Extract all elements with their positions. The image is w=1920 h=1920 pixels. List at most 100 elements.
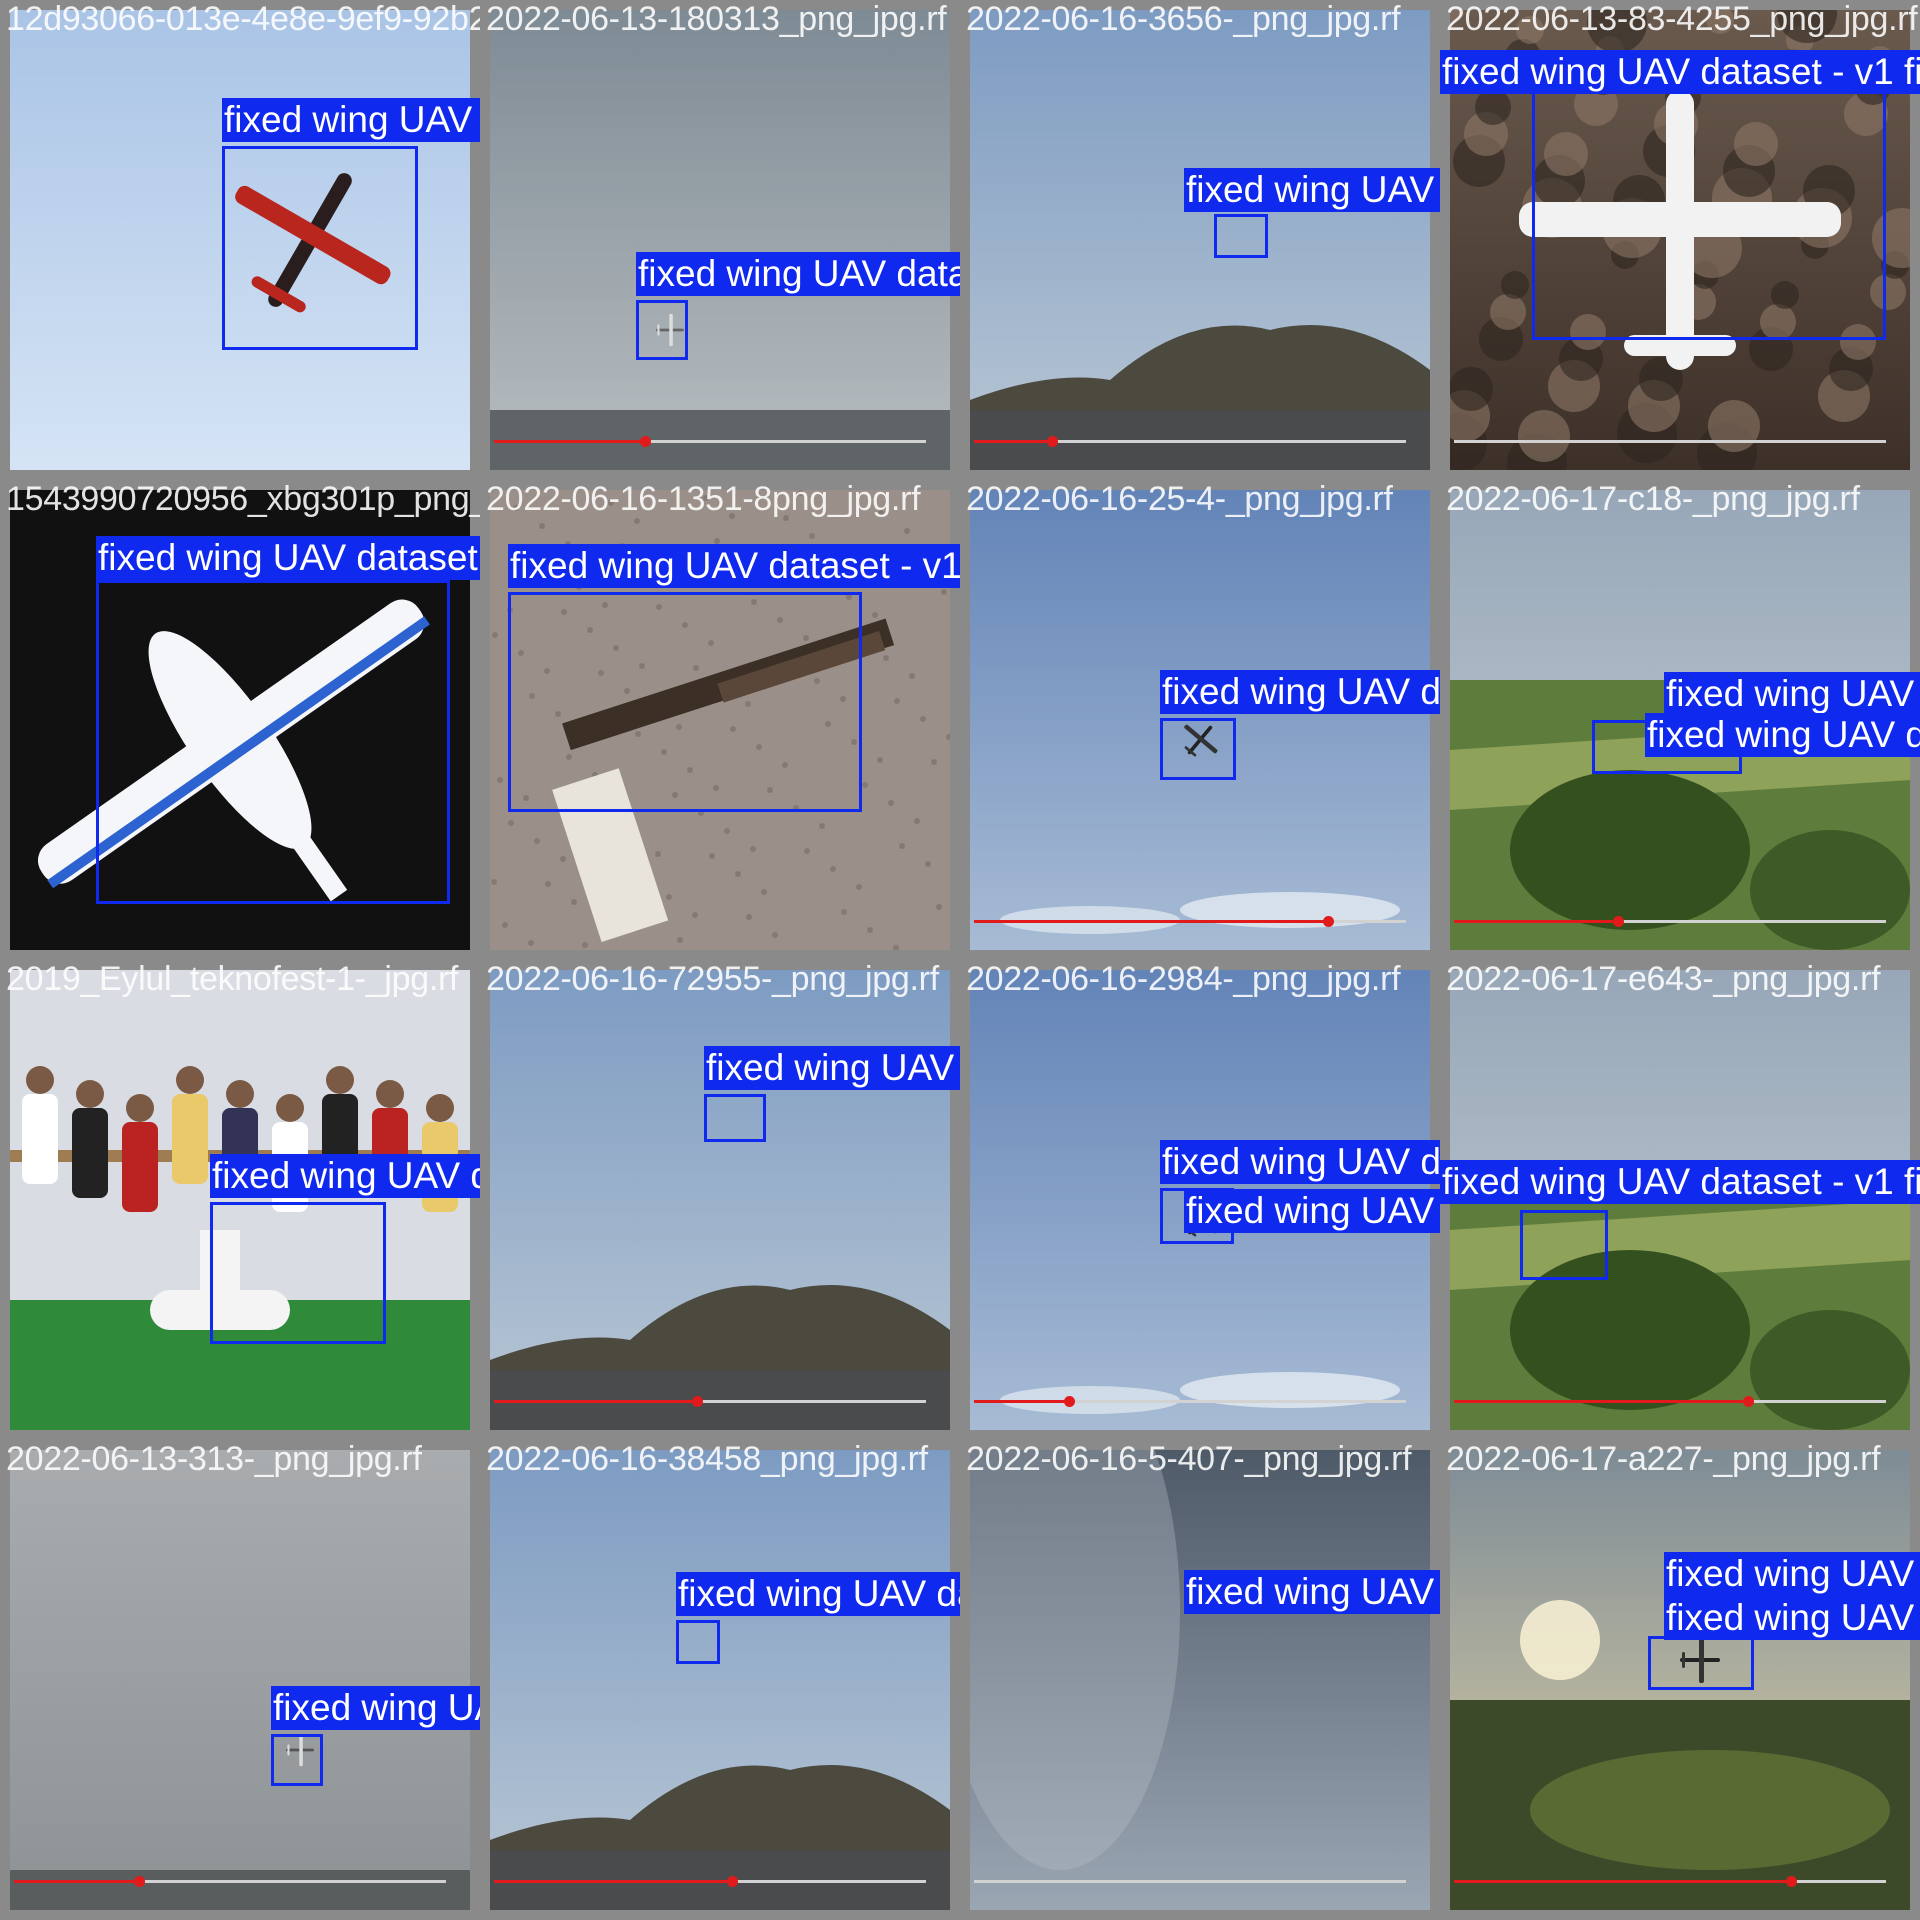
video-progress-bar	[974, 436, 1406, 447]
detection-label: fixed wing UAV dataset	[96, 536, 480, 580]
video-progress-bar	[974, 1880, 1406, 1883]
detection-label: fixed wing UAV dataset - v1 fixed wing U…	[508, 544, 960, 588]
detection-box	[704, 1094, 766, 1142]
image-tile: 2022-06-17-a227-_png_jpg.rffixed wing UA…	[1440, 1440, 1920, 1920]
image-tile: 1543990720956_xbg301p_png_jpg.rf.1fixed …	[0, 480, 480, 960]
video-progress-fill	[974, 920, 1329, 923]
tile-photo	[10, 1450, 470, 1910]
video-progress-fill	[974, 1400, 1070, 1403]
tile-photo	[970, 1450, 1430, 1910]
tile-filename: 2022-06-13-83-4255_png_jpg.rf	[1446, 0, 1918, 38]
detection-box	[222, 146, 418, 350]
detection-label: fixed wing UAV dataset - v1 fixed wing U…	[222, 98, 480, 142]
tile-filename: 2022-06-16-1351-8png_jpg.rf	[486, 480, 921, 518]
image-tile: 2022-06-16-3656-_png_jpg.rffixed wing UA…	[960, 0, 1440, 480]
image-tile: 2022-06-13-313-_png_jpg.rffixed wing UAV…	[0, 1440, 480, 1920]
tile-filename: 12d93066-013e-4e8e-9ef9-92b2d6813c13_jpg…	[6, 0, 480, 38]
detection-label: fixed wing UAV dataset - v1 fixed wing U…	[636, 252, 960, 296]
detection-box	[1532, 90, 1886, 340]
video-progress-knob	[1742, 1396, 1754, 1407]
detection-label: fixed wing UAV dataset - v1 fixed wing U…	[1645, 713, 1920, 757]
tile-photo	[490, 970, 950, 1430]
detection-label: fixed wing UAV dataset - v1 fixed wing U…	[1440, 50, 1920, 94]
detection-label: fixed wing UAV dataset - v1 fixed wing U…	[1184, 168, 1440, 212]
tile-filename: 1543990720956_xbg301p_png_jpg.rf.1	[6, 480, 480, 518]
detection-label: fixed wing UAV dataset - v1 fixed wing U…	[210, 1154, 480, 1198]
tile-filename: 2022-06-16-2984-_png_jpg.rf	[966, 960, 1401, 998]
video-progress-bar	[1454, 440, 1886, 443]
video-progress-bar	[1454, 916, 1886, 927]
tile-filename: 2022-06-16-5-407-_png_jpg.rf	[966, 1440, 1412, 1478]
video-progress-bar	[974, 1396, 1406, 1407]
detection-box	[1520, 1210, 1608, 1280]
image-tile: 2019_Eylul_teknofest-1-_jpg.rffixed wing…	[0, 960, 480, 1440]
tile-filename: 2022-06-17-a227-_png_jpg.rf	[1446, 1440, 1881, 1478]
video-progress-fill	[494, 1400, 698, 1403]
image-tile: 2022-06-16-5-407-_png_jpg.rffixed wing U…	[960, 1440, 1440, 1920]
video-progress-bar	[974, 916, 1406, 927]
tile-photo	[970, 10, 1430, 470]
tile-filename: 2022-06-17-e643-_png_jpg.rf	[1446, 960, 1881, 998]
video-progress-knob	[726, 1876, 738, 1887]
tile-photo	[10, 970, 470, 1430]
video-progress-fill	[1454, 920, 1619, 923]
detection-label: fixed wing UAV dataset - v1 fixed wing U…	[1664, 1596, 1920, 1640]
video-progress-fill	[1454, 1880, 1791, 1883]
tile-filename: 2022-06-16-3656-_png_jpg.rf	[966, 0, 1401, 38]
video-progress-bar	[494, 1396, 926, 1407]
image-tile: 2022-06-17-e643-_png_jpg.rffixed wing UA…	[1440, 960, 1920, 1440]
tile-filename: 2022-06-16-38458_png_jpg.rf	[486, 1440, 928, 1478]
video-progress-bar	[1454, 1876, 1886, 1887]
detection-box	[96, 580, 450, 904]
detection-label: fixed wing UAV dataset - v1 fixed wing U…	[676, 1572, 960, 1616]
tile-filename: 2022-06-13-313-_png_jpg.rf	[6, 1440, 422, 1478]
video-progress-bar	[1454, 1396, 1886, 1407]
detection-label: fixed wing UAV dataset - v1 fixed wing U…	[1160, 1140, 1440, 1184]
image-tile: 2022-06-16-25-4-_png_jpg.rffixed wing UA…	[960, 480, 1440, 960]
detection-box	[1214, 214, 1268, 258]
image-tile: 2022-06-16-72955-_png_jpg.rffixed wing U…	[480, 960, 960, 1440]
detection-label: fixed wing UAV dataset - v1 fixed wing U…	[271, 1686, 480, 1730]
video-progress-fill	[974, 440, 1052, 443]
tile-filename: 2022-06-16-25-4-_png_jpg.rf	[966, 480, 1393, 518]
video-progress-bar	[494, 1876, 926, 1887]
detection-label: fixed wing UAV dataset - v1 fixed wing U…	[1664, 672, 1920, 716]
video-progress-knob	[1785, 1876, 1797, 1887]
image-tile: 2022-06-13-83-4255_png_jpg.rffixed wing …	[1440, 0, 1920, 480]
detection-label: fixed wing UAV dataset - v1 fixed wing U…	[704, 1046, 960, 1090]
image-tile: 2022-06-13-180313_png_jpg.rffixed wing U…	[480, 0, 960, 480]
video-progress-knob	[1046, 436, 1058, 447]
detection-label: fixed wing UAV dataset - v1 fixed wing U…	[1184, 1189, 1440, 1233]
video-progress-fill	[1454, 1400, 1748, 1403]
video-progress-bar	[14, 1876, 446, 1887]
image-tile: 2022-06-16-1351-8png_jpg.rffixed wing UA…	[480, 480, 960, 960]
video-progress-bar	[494, 436, 926, 447]
detection-box	[508, 592, 862, 812]
detection-label: fixed wing UAV dataset - v1 fixed wing U…	[1664, 1552, 1920, 1596]
video-progress-fill	[494, 440, 646, 443]
video-progress-knob	[692, 1396, 704, 1407]
detection-grid: 12d93066-013e-4e8e-9ef9-92b2d6813c13_jpg…	[0, 0, 1920, 1920]
detection-label: fixed wing UAV dataset - v1 fixed wing U…	[1184, 1570, 1440, 1614]
video-progress-fill	[494, 1880, 732, 1883]
image-tile: 2022-06-16-38458_png_jpg.rffixed wing UA…	[480, 1440, 960, 1920]
video-progress-fill	[14, 1880, 140, 1883]
detection-box	[271, 1734, 323, 1786]
detection-box	[676, 1620, 720, 1664]
tile-photo	[490, 10, 950, 470]
detection-box	[636, 300, 688, 360]
detection-label: fixed wing UAV dataset - v1 fixed wing U…	[1160, 670, 1440, 714]
tile-filename: 2022-06-13-180313_png_jpg.rf	[486, 0, 947, 38]
tile-photo	[490, 1450, 950, 1910]
tile-filename: 2022-06-17-c18-_png_jpg.rf	[1446, 480, 1860, 518]
video-progress-knob	[1064, 1396, 1076, 1407]
image-tile: 2022-06-17-c18-_png_jpg.rffixed wing UAV…	[1440, 480, 1920, 960]
detection-label: fixed wing UAV dataset - v1 fixed wing U…	[1440, 1160, 1920, 1204]
tile-filename: 2019_Eylul_teknofest-1-_jpg.rf	[6, 960, 459, 998]
detection-box	[1160, 718, 1236, 780]
image-tile: 2022-06-16-2984-_png_jpg.rffixed wing UA…	[960, 960, 1440, 1440]
detection-box	[210, 1202, 386, 1344]
detection-box	[1648, 1636, 1754, 1690]
image-tile: 12d93066-013e-4e8e-9ef9-92b2d6813c13_jpg…	[0, 0, 480, 480]
tile-filename: 2022-06-16-72955-_png_jpg.rf	[486, 960, 939, 998]
